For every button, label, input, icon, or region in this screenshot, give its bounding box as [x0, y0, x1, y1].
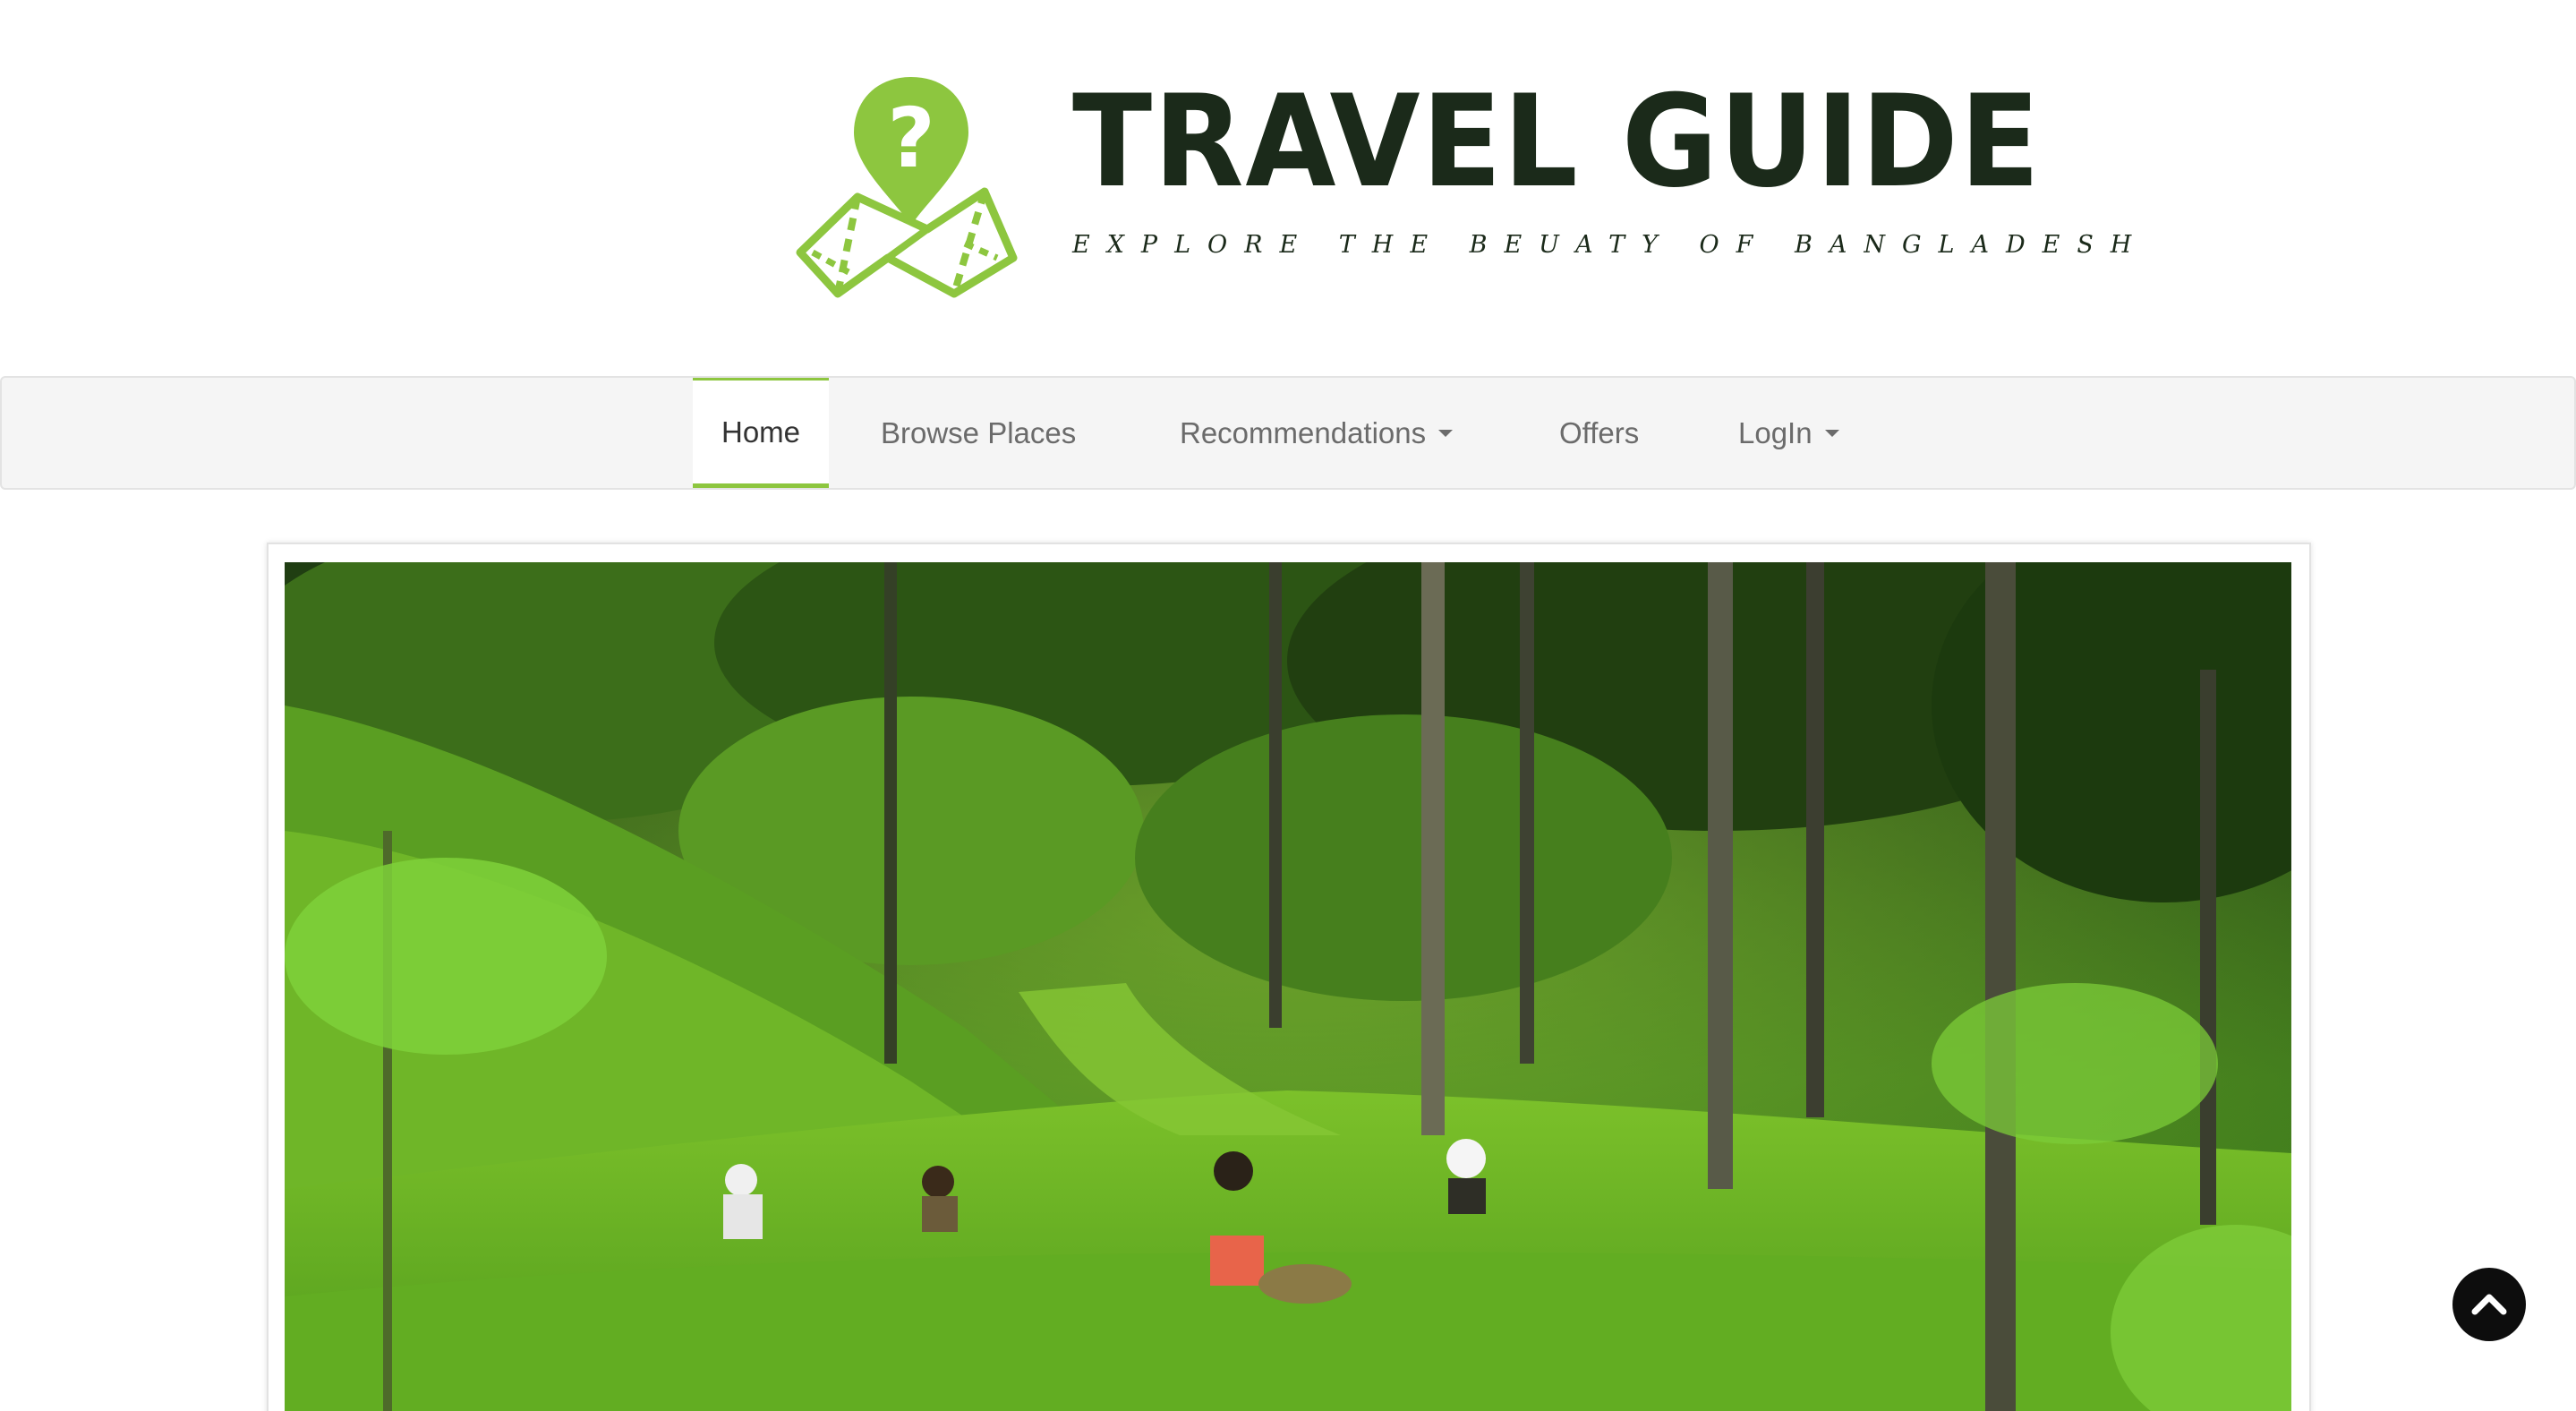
hero-image: [285, 562, 2291, 1411]
chevron-up-icon: [2471, 1294, 2507, 1315]
caret-down-icon: [1824, 429, 1839, 437]
nav-item-label: LogIn: [1738, 415, 1813, 449]
nav-item-home[interactable]: Home: [693, 378, 829, 488]
nav-item-label: Browse Places: [881, 415, 1077, 449]
site-tagline: EXPLORE THE BEUATY OF BANGLADESH: [1072, 231, 2149, 259]
back-to-top-button[interactable]: [2452, 1268, 2526, 1341]
map-pin-question-icon[interactable]: ?: [795, 73, 1020, 299]
nav-item-label: Recommendations: [1180, 415, 1427, 449]
nav-item-recommendations[interactable]: Recommendations: [1180, 378, 1454, 488]
site-header: ? TRAVEL GUIDE EXPLORE THE BEUATY OF BAN…: [0, 0, 2576, 376]
nav-item-label: Home: [721, 415, 801, 449]
main-navbar: Home Browse Places Recommendations Offer…: [0, 376, 2576, 490]
site-title[interactable]: TRAVEL GUIDE: [1072, 79, 2042, 206]
caret-down-icon: [1438, 429, 1454, 437]
nav-item-offers[interactable]: Offers: [1559, 378, 1639, 488]
hero-image-frame: [267, 543, 2311, 1411]
page: ? TRAVEL GUIDE EXPLORE THE BEUATY OF BAN…: [0, 0, 2576, 1411]
svg-text:?: ?: [887, 90, 934, 186]
nav-item-browse-places[interactable]: Browse Places: [881, 378, 1076, 488]
nav-item-label: Offers: [1559, 415, 1640, 449]
nav-item-login[interactable]: LogIn: [1738, 378, 1839, 488]
